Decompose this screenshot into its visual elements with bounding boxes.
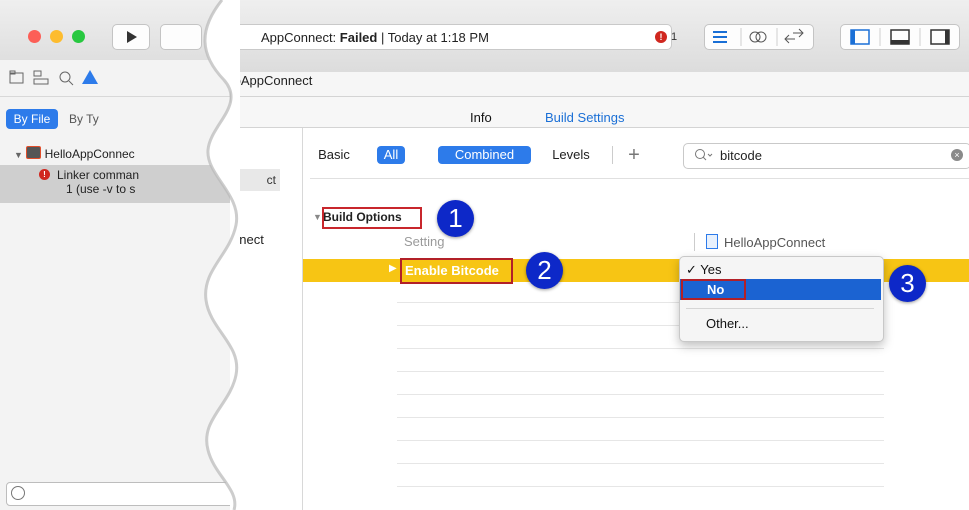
row-divider [397,440,884,441]
editor-mode-segmented-control [704,24,814,50]
row-divider [397,463,884,464]
checkmark-icon: ✓ [686,262,697,277]
menu-separator [686,308,874,309]
column-divider [694,233,695,251]
navigator-tabs [9,70,98,86]
step-callout-1: 1 [437,200,474,237]
view-toggle-segmented-control [840,24,960,50]
play-icon [127,31,137,43]
error-icon[interactable]: ! [655,31,667,43]
row-divider [397,394,884,395]
row-divider [397,417,884,418]
zoom-window-button[interactable] [72,30,85,43]
jump-bar-path[interactable]: .oAppConnect [230,73,312,88]
by-file-button[interactable]: By File [6,109,58,129]
levels-button[interactable]: Levels [543,146,599,164]
menu-item-yes[interactable]: ✓ Yes [686,262,722,278]
divider [310,178,969,179]
annotation-box [681,279,746,300]
combined-button[interactable]: Combined [438,146,531,164]
minimize-window-button[interactable] [50,30,63,43]
setting-column-header: Setting [404,234,445,249]
project-file-icon [706,234,718,249]
project-name: HelloAppConnec [44,147,135,161]
folder-icon[interactable] [9,70,24,84]
issue-navigator-icon[interactable] [82,70,98,84]
tab-info[interactable]: Info [470,110,492,125]
annotation-box [400,258,513,284]
build-status-text: AppConnect: Failed | Today at 1:18 PM [261,30,489,45]
project-icon [26,146,42,159]
search-icon[interactable] [59,71,74,86]
filter-divider [612,146,613,164]
navigator-project-row[interactable]: ▼ HelloAppConnec [14,146,135,161]
run-button[interactable] [112,24,150,50]
step-callout-3: 3 [889,265,926,302]
toggle-utilities-icon[interactable] [930,29,950,45]
error-count[interactable]: 1 [671,31,677,43]
symbol-navigator-icon[interactable] [33,70,49,85]
close-window-button[interactable] [28,30,41,43]
row-divider [397,348,884,349]
clear-search-icon[interactable]: × [951,149,963,161]
toggle-navigator-icon[interactable] [850,29,870,45]
tab-build-settings[interactable]: Build Settings [545,110,625,125]
disclosure-triangle-icon[interactable]: ▼ [14,150,23,160]
step-callout-2: 2 [526,252,563,289]
add-setting-button[interactable]: + [622,145,646,165]
version-editor-icon[interactable] [784,28,804,44]
annotation-box [322,207,422,229]
project-column-header: HelloAppConnect [706,234,825,250]
menu-item-other[interactable]: Other... [706,316,749,331]
by-type-button[interactable]: By Ty [69,112,99,126]
standard-editor-icon[interactable] [713,31,727,43]
row-divider [397,371,884,372]
issue-text: Linker comman 1 (use -v to s [57,168,140,196]
expand-triangle-icon[interactable]: ▶ [389,263,397,274]
error-icon: ! [39,169,50,180]
basic-button[interactable]: Basic [312,146,356,164]
filter-icon [11,486,25,500]
section-disclosure-icon[interactable]: ▼ [313,212,322,222]
torn-edge-decoration [203,0,240,510]
row-divider [397,486,884,487]
search-value[interactable]: bitcode [720,148,762,163]
toggle-debug-area-icon[interactable] [890,29,910,45]
search-icon [694,148,716,165]
all-button[interactable]: All [377,146,405,164]
assistant-editor-icon[interactable] [749,31,767,43]
